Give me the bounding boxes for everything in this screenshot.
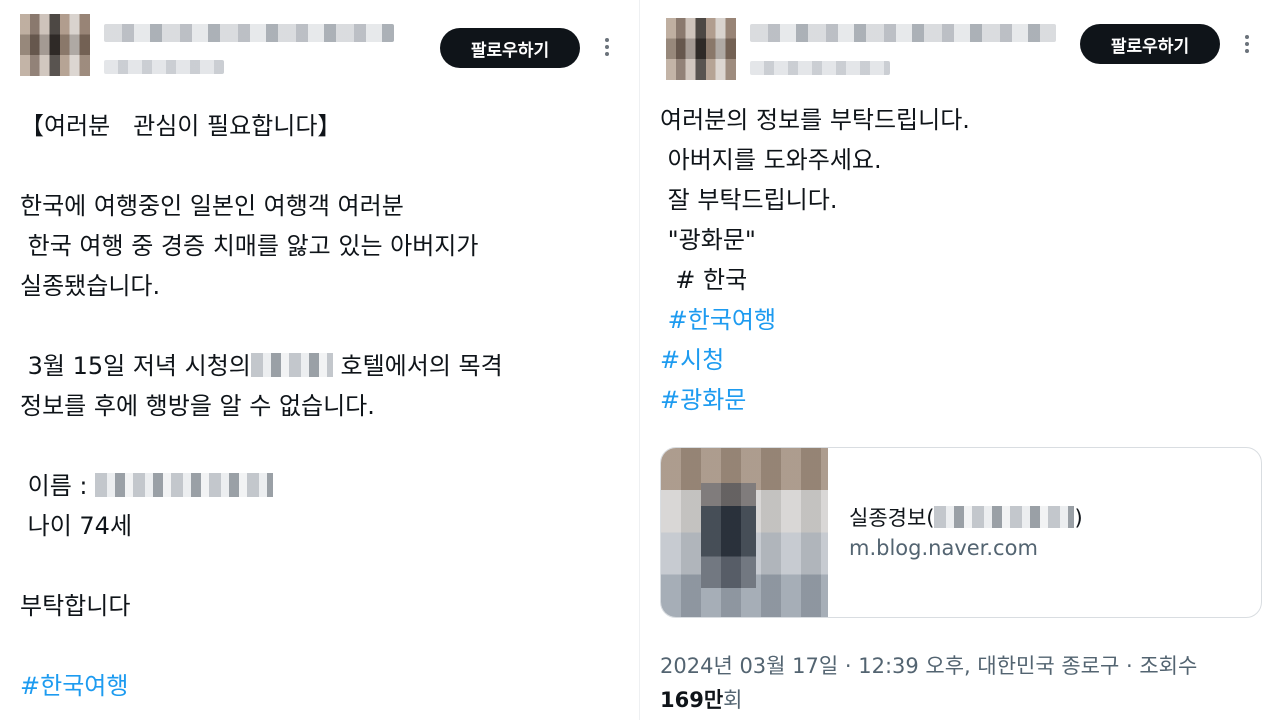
- follow-button[interactable]: 팔로우하기: [440, 28, 580, 68]
- post-line: "광화문": [660, 226, 756, 254]
- hashtag-link[interactable]: #한국여행: [660, 300, 1260, 340]
- author-handle-blurred[interactable]: [104, 60, 224, 74]
- follow-button[interactable]: 팔로우하기: [1080, 24, 1220, 64]
- author-name-blurred[interactable]: [750, 24, 1056, 42]
- author-avatar[interactable]: [666, 18, 736, 80]
- name-label: 이름 :: [20, 472, 88, 500]
- post-line: 부탁합니다: [20, 592, 131, 620]
- post-line: 나이 74세: [20, 512, 133, 540]
- post-line-part: 3월 15일 저녁 시청의: [20, 352, 251, 380]
- link-title[interactable]: 실종경보(): [849, 502, 1083, 532]
- post-body: 여러분의 정보를 부탁드립니다. 아버지를 도와주세요. 잘 부탁드립니다. "…: [660, 100, 1260, 420]
- hashtag-link[interactable]: #광화문: [660, 380, 1260, 420]
- views-number: 169만: [660, 688, 724, 712]
- author-name-blurred[interactable]: [104, 24, 394, 42]
- views-suffix: 회: [723, 688, 743, 712]
- post-body: 【여러분 관심이 필요합니다】 한국에 여행중인 일본인 여행객 여러분 한국 …: [20, 106, 620, 706]
- post-line: 여러분의 정보를 부탁드립니다.: [660, 106, 970, 134]
- left-post: 팔로우하기 【여러분 관심이 필요합니다】 한국에 여행중인 일본인 여행객 여…: [0, 0, 640, 720]
- post-line: 이름 :: [20, 466, 620, 506]
- name-value-blurred: [95, 473, 274, 497]
- view-count: 169만회: [660, 684, 742, 714]
- post-line: 한국에 여행중인 일본인 여행객 여러분: [20, 192, 404, 220]
- hashtag-link[interactable]: #한국여행: [20, 666, 620, 706]
- link-title-prefix: 실종경보(: [849, 506, 935, 530]
- post-line: 정보를 후에 행방을 알 수 없습니다.: [20, 392, 375, 420]
- post-line: 잘 부탁드립니다.: [660, 186, 838, 214]
- link-title-blurred: [934, 506, 1075, 528]
- link-domain: m.blog.naver.com: [849, 536, 1038, 560]
- post-line: 【여러분 관심이 필요합니다】: [20, 112, 342, 140]
- post-line-part: 호텔에서의 목격: [332, 352, 503, 380]
- link-preview-card[interactable]: 실종경보() m.blog.naver.com: [660, 447, 1262, 618]
- post-line: 한국 여행 중 경증 치매를 앓고 있는 아버지가: [20, 232, 479, 260]
- right-post: 팔로우하기 여러분의 정보를 부탁드립니다. 아버지를 도와주세요. 잘 부탁드…: [640, 0, 1280, 720]
- post-line: 3월 15일 저녁 시청의 호텔에서의 목격: [20, 346, 620, 386]
- link-title-suffix: ): [1074, 506, 1083, 530]
- more-options-icon[interactable]: [1242, 32, 1252, 58]
- hashtag-link[interactable]: #시청: [660, 340, 1260, 380]
- post-line: 실종됐습니다.: [20, 272, 161, 300]
- post-line: # 한국: [660, 266, 748, 294]
- hotel-name-blurred: [250, 353, 333, 377]
- more-options-icon[interactable]: [602, 35, 612, 61]
- author-avatar[interactable]: [20, 14, 90, 76]
- link-thumbnail-image[interactable]: [661, 448, 828, 617]
- author-handle-blurred[interactable]: [750, 61, 890, 75]
- post-metadata: 2024년 03월 17일 · 12:39 오후, 대한민국 종로구 · 조회수: [660, 654, 1198, 678]
- post-line: 아버지를 도와주세요.: [660, 146, 882, 174]
